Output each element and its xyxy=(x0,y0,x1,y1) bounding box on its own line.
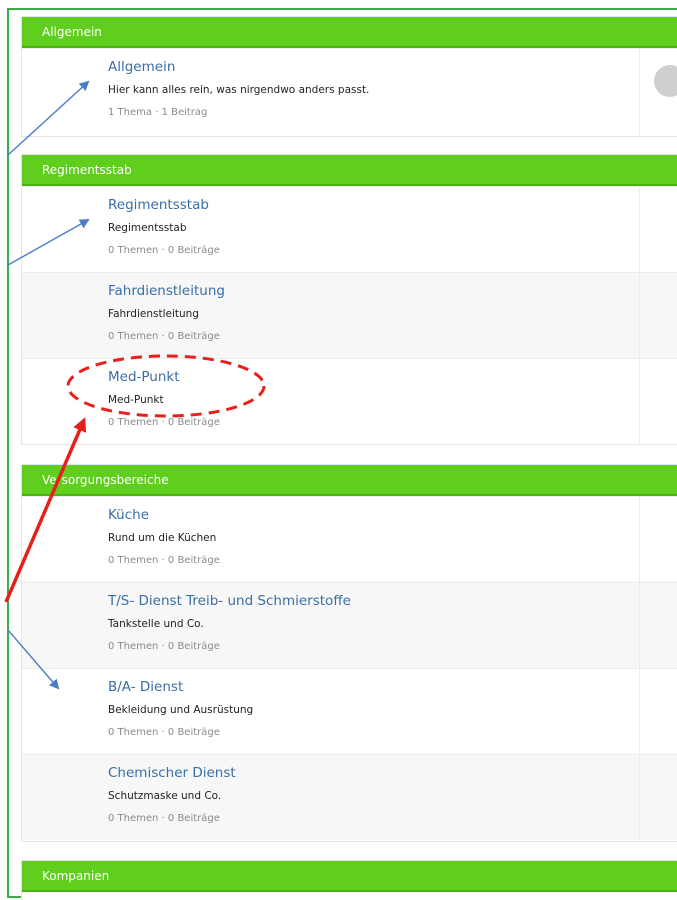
forum-stats: 0 Themen · 0 Beiträge xyxy=(108,417,220,428)
avatar-placeholder-icon[interactable] xyxy=(654,65,677,97)
forum-title-link[interactable]: Fahrdienstleitung xyxy=(108,283,225,299)
column-divider xyxy=(639,497,640,582)
forum-stats: 0 Themen · 0 Beiträge xyxy=(108,555,220,566)
forum-title-link[interactable]: Allgemein xyxy=(108,59,175,75)
forum-row[interactable]: Allgemein Hier kann alles rein, was nirg… xyxy=(22,48,677,136)
forum-description: Regimentsstab xyxy=(108,222,187,234)
forum-description: Bekleidung und Ausrüstung xyxy=(108,704,254,716)
forum-title-link[interactable]: Chemischer Dienst xyxy=(108,765,236,781)
forum-description: Tankstelle und Co. xyxy=(108,618,204,630)
forum-description: Med-Punkt xyxy=(108,394,164,406)
category-header: Allgemein xyxy=(22,17,677,48)
forum-description: Schutzmaske und Co. xyxy=(108,790,222,802)
forum-row[interactable]: Fahrdienstleitung Fahrdienstleitung 0 Th… xyxy=(22,272,677,358)
forum-stats: 0 Themen · 0 Beiträge xyxy=(108,813,220,824)
forum-stats: 1 Thema · 1 Beitrag xyxy=(108,107,208,118)
forum-description: Rund um die Küchen xyxy=(108,532,217,544)
forum-row[interactable]: Regimentsstab Regimentsstab 0 Themen · 0… xyxy=(22,186,677,272)
forum-title-link[interactable]: Regimentsstab xyxy=(108,197,209,213)
column-divider xyxy=(639,273,640,358)
column-divider xyxy=(639,359,640,444)
forum-row[interactable]: T/S- Dienst Treib- und Schmierstoffe Tan… xyxy=(22,582,677,668)
forum-row[interactable]: Med-Punkt Med-Punkt 0 Themen · 0 Beiträg… xyxy=(22,358,677,444)
forum-stats: 0 Themen · 0 Beiträge xyxy=(108,641,220,652)
column-divider xyxy=(639,669,640,754)
column-divider xyxy=(639,49,640,136)
category-header: Kompanien xyxy=(22,861,677,892)
forum-row[interactable]: Chemischer Dienst Schutzmaske und Co. 0 … xyxy=(22,754,677,840)
column-divider xyxy=(639,583,640,668)
forum-stats: 0 Themen · 0 Beiträge xyxy=(108,331,220,342)
forum-row[interactable]: B/A- Dienst Bekleidung und Ausrüstung 0 … xyxy=(22,668,677,754)
column-divider xyxy=(639,187,640,272)
forum-description: Fahrdienstleitung xyxy=(108,308,199,320)
forum-stats: 0 Themen · 0 Beiträge xyxy=(108,245,220,256)
forum-title-link[interactable]: B/A- Dienst xyxy=(108,679,183,695)
category-header: Versorgungsbereiche xyxy=(22,465,677,496)
forum-description: Hier kann alles rein, was nirgendwo ande… xyxy=(108,84,370,96)
column-divider xyxy=(639,755,640,840)
category-versorgungsbereiche: Versorgungsbereiche Küche Rund um die Kü… xyxy=(21,464,677,842)
forum-title-link[interactable]: Küche xyxy=(108,507,149,523)
forum-title-link[interactable]: Med-Punkt xyxy=(108,369,180,385)
category-allgemein: Allgemein Allgemein Hier kann alles rein… xyxy=(21,16,677,137)
category-header: Regimentsstab xyxy=(22,155,677,186)
category-regimentsstab: Regimentsstab Regimentsstab Regimentssta… xyxy=(21,154,677,445)
forum-stats: 0 Themen · 0 Beiträge xyxy=(108,727,220,738)
forum-title-link[interactable]: T/S- Dienst Treib- und Schmierstoffe xyxy=(108,593,351,609)
category-kompanien: Kompanien xyxy=(21,860,677,900)
forum-row[interactable]: Küche Rund um die Küchen 0 Themen · 0 Be… xyxy=(22,496,677,582)
